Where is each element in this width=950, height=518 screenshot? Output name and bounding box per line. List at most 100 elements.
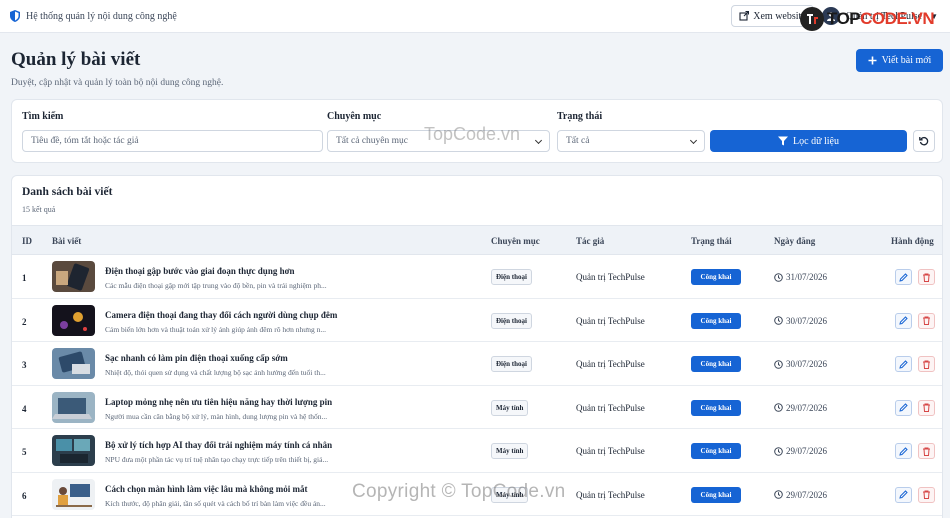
post-date-text: 30/07/2026	[786, 359, 828, 369]
edit-icon	[899, 359, 908, 369]
edit-icon	[899, 446, 908, 456]
post-title[interactable]: Điện thoại gập bước vào giai đoạn thực d…	[105, 266, 295, 276]
delete-button[interactable]	[918, 486, 935, 503]
post-id: 5	[22, 447, 27, 457]
post-title[interactable]: Sạc nhanh có làm pin điện thoại xuống cấ…	[105, 353, 288, 363]
clock-icon	[774, 446, 783, 456]
post-thumbnail[interactable]	[52, 478, 95, 510]
posts-list-title: Danh sách bài viết	[22, 186, 113, 198]
watermark-logo-text: TOPCODE.VN	[827, 9, 935, 29]
post-date-text: 31/07/2026	[786, 272, 828, 282]
trash-icon	[923, 273, 930, 282]
post-date: 30/07/2026	[774, 316, 827, 326]
column-post: Bài viết	[52, 236, 82, 246]
post-thumbnail[interactable]	[52, 348, 95, 379]
table-row: 4 Laptop mỏng nhẹ nên ưu tiên hiệu năng …	[12, 386, 942, 429]
post-excerpt: Kích thước, độ phân giải, tần số quét và…	[105, 498, 326, 508]
column-date: Ngày đăng	[774, 236, 816, 246]
status-badge: Công khai	[691, 486, 741, 503]
watermark-center: TopCode.vn	[424, 124, 521, 144]
plus-icon	[868, 56, 877, 65]
edit-icon	[899, 490, 908, 499]
post-excerpt: NPU đưa một phần tác vụ trí tuệ nhân tạo…	[105, 455, 329, 464]
table-row: 2 Camera điện thoại đang thay đổi cách n…	[12, 299, 942, 342]
post-thumbnail[interactable]	[52, 435, 95, 466]
post-author: Quản trị TechPulse	[576, 272, 645, 282]
post-date-text: 29/07/2026	[786, 402, 828, 413]
category-badge: Điện thoại	[491, 312, 532, 329]
trash-icon	[923, 447, 930, 456]
status-badge: Công khai	[691, 312, 741, 329]
post-author: Quản trị TechPulse	[576, 359, 645, 369]
page-subtitle: Duyệt, cập nhật và quản lý toàn bộ nội d…	[11, 78, 224, 88]
filter-button[interactable]: Lọc dữ liệu	[710, 130, 907, 152]
delete-button[interactable]	[918, 399, 935, 416]
topcode-logo-icon	[800, 7, 824, 31]
brand: Hệ thống quản lý nội dung công nghệ	[10, 10, 177, 22]
column-id: ID	[22, 236, 33, 246]
edit-button[interactable]	[895, 269, 912, 285]
post-title[interactable]: Bộ xử lý tích hợp AI thay đổi trải nghiệ…	[105, 440, 332, 450]
column-status: Trạng thái	[691, 236, 732, 246]
edit-button[interactable]	[895, 443, 912, 459]
post-thumbnail[interactable]	[52, 391, 95, 423]
clock-icon	[774, 272, 783, 282]
status-badge: Công khai	[691, 443, 741, 459]
external-link-icon	[739, 11, 750, 21]
category-badge: Máy tính	[491, 443, 529, 459]
post-excerpt: Nhiệt độ, thói quen sử dụng và chất lượn…	[105, 368, 326, 377]
post-id: 4	[22, 403, 27, 414]
post-title[interactable]: Camera điện thoại đang thay đổi cách ngư…	[105, 310, 337, 320]
delete-button[interactable]	[918, 312, 935, 329]
table-row: 1 Điện thoại gập bước vào giai đoạn thực…	[12, 255, 942, 299]
clock-icon	[774, 316, 783, 325]
post-thumbnail[interactable]	[52, 304, 95, 336]
post-date-text: 29/07/2026	[786, 446, 828, 456]
post-title[interactable]: Cách chọn màn hình làm việc lâu mà không…	[105, 484, 308, 494]
post-author: Quản trị TechPulse	[576, 489, 645, 500]
watermark-logo-dark: TOP	[827, 9, 861, 28]
clock-icon	[774, 359, 783, 369]
post-thumbnail[interactable]	[52, 261, 95, 292]
post-date-text: 30/07/2026	[786, 315, 828, 326]
post-id: 6	[22, 490, 27, 501]
post-id: 3	[22, 360, 27, 370]
category-badge: Điện thoại	[491, 269, 532, 285]
post-excerpt: Các mẫu điện thoại gập mới tập trung vào…	[105, 281, 327, 290]
delete-button[interactable]	[918, 356, 935, 372]
clock-icon	[774, 490, 783, 499]
post-date: 29/07/2026	[774, 403, 827, 413]
result-count: 15 kết quả	[22, 205, 56, 214]
post-author: Quản trị TechPulse	[576, 402, 645, 413]
column-category: Chuyên mục	[491, 236, 540, 246]
trash-icon	[923, 360, 930, 369]
delete-button[interactable]	[918, 269, 935, 285]
delete-button[interactable]	[918, 443, 935, 459]
post-excerpt: Người mua cần cân bằng bộ xử lý, màn hìn…	[105, 411, 328, 421]
post-date: 30/07/2026	[774, 359, 827, 369]
status-select[interactable]: Tất cả	[557, 130, 705, 152]
post-date: 29/07/2026	[774, 446, 827, 456]
table-header: ID Bài viết Chuyên mục Tác giả Trạng thá…	[12, 225, 942, 255]
status-badge: Công khai	[691, 399, 741, 416]
new-post-button[interactable]: Viết bài mới	[856, 49, 943, 72]
edit-button[interactable]	[895, 486, 912, 503]
edit-button[interactable]	[895, 312, 912, 329]
column-author: Tác giả	[576, 236, 605, 246]
post-title[interactable]: Laptop mỏng nhẹ nên ưu tiên hiệu năng ha…	[105, 397, 332, 407]
edit-button[interactable]	[895, 356, 912, 372]
search-label: Tìm kiếm	[22, 111, 64, 122]
edit-icon	[899, 272, 908, 282]
reset-icon	[919, 136, 929, 146]
search-input[interactable]: Tiêu đề, tóm tắt hoặc tác giả	[22, 130, 323, 152]
watermark-copyright: Copyright © TopCode.vn	[352, 481, 566, 502]
table-row: 3 Sạc nhanh có làm pin điện thoại xuống …	[12, 342, 942, 386]
edit-button[interactable]	[895, 399, 912, 416]
reset-button[interactable]	[913, 130, 935, 152]
edit-icon	[899, 316, 908, 325]
clock-icon	[774, 403, 783, 412]
category-badge: Điện thoại	[491, 356, 532, 372]
post-date-text: 29/07/2026	[786, 489, 828, 500]
filter-button-label: Lọc dữ liệu	[793, 135, 839, 147]
post-id: 2	[22, 316, 27, 327]
